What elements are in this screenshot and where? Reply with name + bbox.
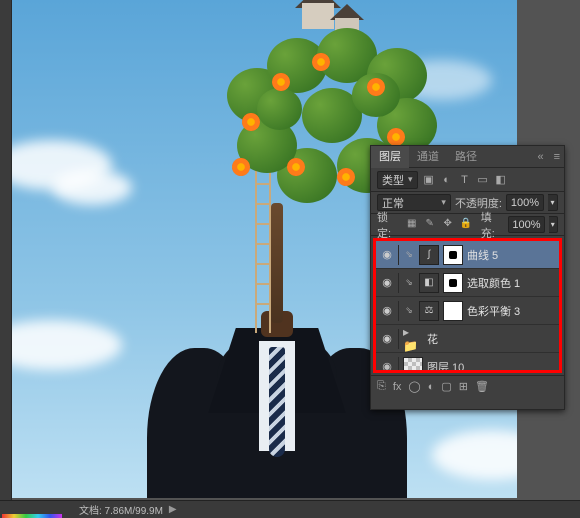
clip-indicator-icon: ⇘ xyxy=(403,277,415,288)
add-mask-icon[interactable]: ◯ xyxy=(408,380,420,393)
layers-panel-footer: ⎘ fx ◯ ◐ ▢ ⊞ 🗑 xyxy=(371,375,564,397)
layers-panel: 图层 通道 路径 « ≡ 类型 ▾ ▣ ◐ T ▭ ◧ 正常 ▾ 不透明度: 1… xyxy=(370,145,565,410)
layers-list-highlight: ◉ ⇘ ∫ 曲线 5 ◉ ⇘ ◧ 选取颜色 1 ◉ ⇘ ⚖ 色彩平衡 3 ◉ ▸ xyxy=(373,238,562,373)
lock-fill-row: 锁定: ▦ ✎ ✥ 🔒 填充: 100% ▾ xyxy=(371,214,564,236)
tab-channels[interactable]: 通道 xyxy=(409,146,447,168)
new-group-icon[interactable]: ▢ xyxy=(441,380,451,393)
adjustment-thumb[interactable]: ⚖ xyxy=(419,301,439,321)
filter-kind-label: 类型 xyxy=(382,172,404,188)
color-strip xyxy=(2,514,62,518)
layer-name[interactable]: 选取颜色 1 xyxy=(467,275,555,291)
layer-mask-thumb[interactable] xyxy=(443,301,463,321)
ruler-vertical xyxy=(0,0,12,500)
visibility-icon[interactable]: ◉ xyxy=(380,248,394,262)
layer-name[interactable]: 花 xyxy=(427,331,555,347)
opacity-value[interactable]: 100% xyxy=(506,194,544,211)
clip-indicator-icon: ⇘ xyxy=(403,249,415,260)
layer-row-raster[interactable]: ◉ 图层 10 xyxy=(376,353,559,373)
folder-icon[interactable]: ▸ 📁 xyxy=(403,329,423,349)
doc-info: 文档: 7.86M/99.9M xyxy=(79,502,163,517)
adjustment-thumb[interactable]: ◧ xyxy=(419,273,439,293)
tab-layers[interactable]: 图层 xyxy=(371,146,409,168)
panel-collapse-icon[interactable]: « xyxy=(531,151,549,163)
lock-label: 锁定: xyxy=(377,209,401,241)
layer-row-selective-color[interactable]: ◉ ⇘ ◧ 选取颜色 1 xyxy=(376,269,559,297)
chevron-down-icon: ▾ xyxy=(408,174,413,185)
panel-tab-bar: 图层 通道 路径 « ≡ xyxy=(371,146,564,168)
clip-indicator-icon: ⇘ xyxy=(403,305,415,316)
fill-flyout-icon[interactable]: ▾ xyxy=(549,216,559,233)
layer-name[interactable]: 曲线 5 xyxy=(467,247,555,263)
filter-smart-icon[interactable]: ◧ xyxy=(494,173,508,187)
filter-pixel-icon[interactable]: ▣ xyxy=(422,173,436,187)
layer-row-color-balance[interactable]: ◉ ⇘ ⚖ 色彩平衡 3 xyxy=(376,297,559,325)
layer-row-curves5[interactable]: ◉ ⇘ ∫ 曲线 5 xyxy=(376,241,559,269)
delete-layer-icon[interactable]: 🗑 xyxy=(475,380,489,393)
filter-kind-select[interactable]: 类型 ▾ xyxy=(377,171,418,189)
layer-filter-row: 类型 ▾ ▣ ◐ T ▭ ◧ xyxy=(371,168,564,192)
panel-menu-icon[interactable]: ≡ xyxy=(550,151,564,163)
link-layers-icon[interactable]: ⎘ xyxy=(377,380,386,393)
new-layer-icon[interactable]: ⊞ xyxy=(459,380,468,393)
fill-value[interactable]: 100% xyxy=(508,216,544,233)
filter-shape-icon[interactable]: ▭ xyxy=(476,173,490,187)
visibility-icon[interactable]: ◉ xyxy=(380,332,394,346)
artwork-figure xyxy=(147,323,407,498)
visibility-icon[interactable]: ◉ xyxy=(380,360,394,374)
layer-mask-thumb[interactable] xyxy=(443,273,463,293)
fill-label: 填充: xyxy=(481,209,505,241)
layer-name[interactable]: 色彩平衡 3 xyxy=(467,303,555,319)
visibility-icon[interactable]: ◉ xyxy=(380,304,394,318)
lock-all-icon[interactable]: 🔒 xyxy=(459,218,473,232)
opacity-flyout-icon[interactable]: ▾ xyxy=(548,194,558,211)
layer-row-group-flower[interactable]: ◉ ▸ 📁 花 xyxy=(376,325,559,353)
status-flyout-icon[interactable]: ▶ xyxy=(169,504,177,515)
lock-transparency-icon[interactable]: ▦ xyxy=(405,218,419,232)
new-adjustment-icon[interactable]: ◐ xyxy=(428,381,435,393)
layer-thumb[interactable] xyxy=(403,357,423,374)
layer-mask-thumb[interactable] xyxy=(443,245,463,265)
chevron-down-icon: ▾ xyxy=(441,197,446,208)
filter-adjust-icon[interactable]: ◐ xyxy=(440,173,454,187)
layer-name[interactable]: 图层 10 xyxy=(427,359,555,374)
tab-paths[interactable]: 路径 xyxy=(447,146,485,168)
status-bar: 文档: 7.86M/99.9M ▶ xyxy=(0,500,580,518)
layer-fx-icon[interactable]: fx xyxy=(393,381,402,393)
filter-type-icon[interactable]: T xyxy=(458,173,472,187)
lock-image-icon[interactable]: ✎ xyxy=(423,218,437,232)
visibility-icon[interactable]: ◉ xyxy=(380,276,394,290)
adjustment-thumb[interactable]: ∫ xyxy=(419,245,439,265)
lock-position-icon[interactable]: ✥ xyxy=(441,218,455,232)
